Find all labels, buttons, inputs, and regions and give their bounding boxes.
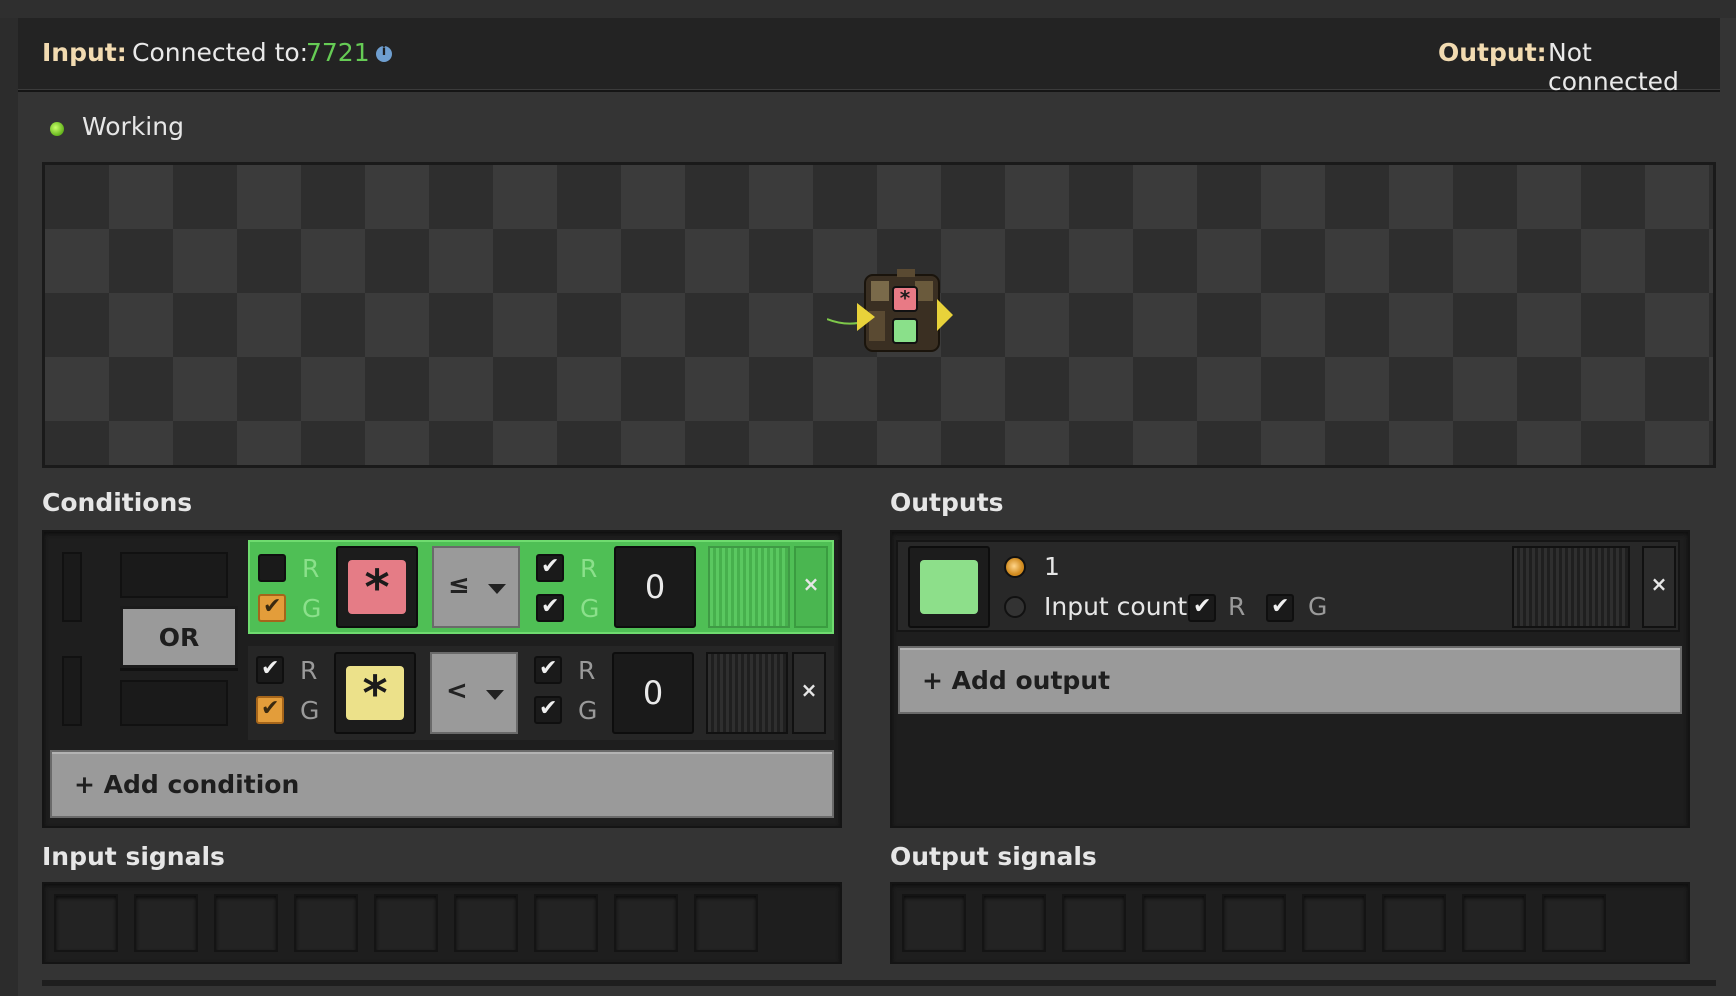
output-signals-title: Output signals xyxy=(890,842,1097,871)
condition-row: R G * < R G 0 × xyxy=(248,646,834,740)
window-bottom-divider xyxy=(42,980,1716,986)
output-constant-value: 1 xyxy=(1044,552,1060,581)
left-red-label: R xyxy=(300,656,318,685)
output-label: Output: xyxy=(1438,38,1547,67)
left-red-wire-checkbox[interactable] xyxy=(258,554,286,582)
output-connected-text: Not connected xyxy=(1548,38,1679,96)
output-green-label: G xyxy=(1308,592,1328,621)
window-top-strip xyxy=(0,0,1736,18)
right-green-wire-checkbox[interactable] xyxy=(536,594,564,622)
condition-group-slot xyxy=(120,552,228,598)
signal-slot xyxy=(614,894,678,952)
input-count-radio[interactable] xyxy=(1004,596,1026,618)
right-green-label: G xyxy=(578,696,598,725)
chevron-down-icon xyxy=(488,584,506,594)
signal-slot xyxy=(134,894,198,952)
signal-slot xyxy=(454,894,518,952)
signal-slot xyxy=(1302,894,1366,952)
output-signals-panel xyxy=(890,882,1690,964)
signal-slot xyxy=(1222,894,1286,952)
conditions-title: Conditions xyxy=(42,488,193,517)
signal-slot xyxy=(1382,894,1446,952)
right-red-wire-checkbox[interactable] xyxy=(536,554,564,582)
constant-one-radio[interactable] xyxy=(1004,556,1026,578)
signal-slot xyxy=(1462,894,1526,952)
signal-slot xyxy=(1062,894,1126,952)
outputs-title: Outputs xyxy=(890,488,1004,517)
decider-combinator-icon: * xyxy=(827,269,953,352)
constant-value-field[interactable]: 0 xyxy=(614,546,696,628)
signal-slot xyxy=(54,894,118,952)
condition-signal-button[interactable]: * xyxy=(336,546,418,628)
comparator-dropdown[interactable]: ≤ xyxy=(432,546,520,628)
input-network-id[interactable]: 7721 xyxy=(306,38,370,67)
svg-text:*: * xyxy=(900,286,911,310)
input-count-label: Input count xyxy=(1044,592,1188,621)
condition-group-slot xyxy=(120,680,228,726)
info-icon[interactable] xyxy=(376,44,392,62)
input-signals-panel xyxy=(42,882,842,964)
constant-value-field[interactable]: 0 xyxy=(612,652,694,734)
input-connected-text: Connected to: xyxy=(132,38,309,67)
asterisk-yellow-icon: * xyxy=(346,666,404,720)
left-red-wire-checkbox[interactable] xyxy=(256,656,284,684)
add-output-button[interactable]: + Add output xyxy=(898,646,1682,714)
left-green-label: G xyxy=(300,696,320,725)
entity-preview: * xyxy=(42,162,1716,468)
left-green-wire-checkbox[interactable] xyxy=(258,594,286,622)
output-signal-button[interactable] xyxy=(908,546,990,628)
or-button[interactable]: OR xyxy=(120,606,238,668)
signal-slot xyxy=(374,894,438,952)
drag-handle[interactable] xyxy=(1512,546,1630,628)
status-indicator-icon xyxy=(50,122,64,136)
signal-slot xyxy=(694,894,758,952)
drag-handle[interactable] xyxy=(708,546,790,628)
right-red-label: R xyxy=(580,554,598,583)
comparator-dropdown[interactable]: < xyxy=(430,652,518,734)
status-text: Working xyxy=(82,112,184,141)
left-green-wire-checkbox[interactable] xyxy=(256,696,284,724)
signal-slot xyxy=(214,894,278,952)
right-red-wire-checkbox[interactable] xyxy=(534,656,562,684)
signal-slot xyxy=(534,894,598,952)
chevron-down-icon xyxy=(486,690,504,700)
signal-slot xyxy=(982,894,1046,952)
condition-row: R G * ≤ R G 0 × xyxy=(248,540,834,634)
condition-bracket xyxy=(62,552,82,622)
input-label: Input: xyxy=(42,38,127,67)
right-green-label: G xyxy=(580,594,600,623)
left-red-label: R xyxy=(302,554,320,583)
drag-handle[interactable] xyxy=(706,652,788,734)
condition-signal-button[interactable]: * xyxy=(334,652,416,734)
output-row: 1 Input count R G × xyxy=(896,540,1680,632)
remove-condition-button[interactable]: × xyxy=(794,546,828,628)
right-red-label: R xyxy=(578,656,596,685)
left-green-label: G xyxy=(302,594,322,623)
signal-slot xyxy=(902,894,966,952)
right-green-wire-checkbox[interactable] xyxy=(534,696,562,724)
remove-output-button[interactable]: × xyxy=(1642,546,1676,628)
green-square-icon xyxy=(920,560,978,614)
add-condition-button[interactable]: + Add condition xyxy=(50,750,834,818)
output-green-wire-checkbox[interactable] xyxy=(1266,594,1294,622)
remove-condition-button[interactable]: × xyxy=(792,652,826,734)
signal-slot xyxy=(1542,894,1606,952)
output-red-label: R xyxy=(1228,592,1246,621)
connection-header: Input: Connected to: 7721 Output: Not co… xyxy=(18,18,1720,96)
input-signals-title: Input signals xyxy=(42,842,225,871)
asterisk-red-icon: * xyxy=(348,560,406,614)
output-red-wire-checkbox[interactable] xyxy=(1188,594,1216,622)
condition-bracket xyxy=(62,656,82,726)
signal-slot xyxy=(294,894,358,952)
signal-slot xyxy=(1142,894,1206,952)
